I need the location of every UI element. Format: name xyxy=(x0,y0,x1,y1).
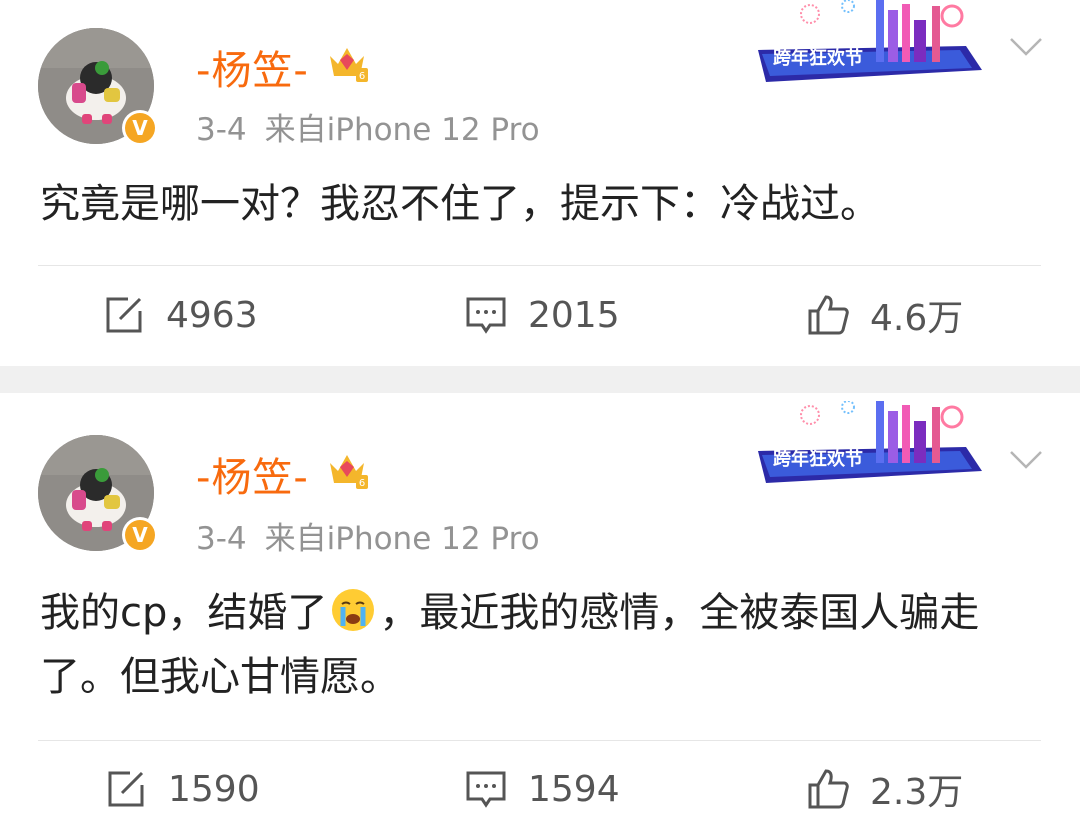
like-count: 4.6万 xyxy=(870,298,964,339)
post-text-part: 我的cp，结婚了 xyxy=(40,590,328,636)
verified-badge: V xyxy=(122,517,158,553)
comment-icon xyxy=(466,771,506,808)
comment-button[interactable]: 1594 xyxy=(464,759,620,819)
like-button[interactable]: 4.6万 xyxy=(806,285,963,345)
username[interactable]: -杨笠- xyxy=(196,445,309,503)
post-meta: 3-4 来自iPhone 12 Pro xyxy=(196,104,540,149)
new-year-banner[interactable]: 2022 跨年狂欢节 xyxy=(756,0,984,86)
verified-badge: V xyxy=(122,110,158,146)
divider xyxy=(38,740,1041,741)
post-card[interactable]: V -杨笠- 6 3-4 来自iPhone 12 Pro 2022 跨年狂欢节 xyxy=(0,0,1080,366)
repost-button[interactable]: 1590 xyxy=(104,759,260,819)
like-count: 2.3万 xyxy=(870,772,964,813)
thumbs-up-icon xyxy=(808,295,849,335)
post-date: 3-4 xyxy=(196,112,247,148)
post-meta: 3-4 来自iPhone 12 Pro xyxy=(196,513,540,558)
repost-icon xyxy=(108,771,144,807)
weibo-feed: V -杨笠- 6 3-4 来自iPhone 12 Pro 2022 跨年狂欢节 xyxy=(0,0,1080,839)
chevron-down-icon[interactable] xyxy=(1008,449,1044,471)
post-source: 来自iPhone 12 Pro xyxy=(264,521,540,557)
chevron-down-icon[interactable] xyxy=(1008,36,1044,58)
comment-icon xyxy=(466,297,506,334)
action-bar: 4963 2015 4.6万 xyxy=(0,285,1080,345)
repost-count: 4963 xyxy=(166,294,258,336)
svg-text:2022: 2022 xyxy=(794,25,839,44)
repost-icon xyxy=(106,297,142,333)
repost-count: 1590 xyxy=(168,768,260,810)
comment-count: 1594 xyxy=(528,768,620,810)
crown-icon: 6 xyxy=(330,48,368,82)
svg-text:跨年狂欢节: 跨年狂欢节 xyxy=(773,47,863,69)
svg-text:跨年狂欢节: 跨年狂欢节 xyxy=(773,448,863,470)
svg-text:6: 6 xyxy=(359,71,365,82)
svg-text:6: 6 xyxy=(359,478,365,489)
comment-count: 2015 xyxy=(528,294,620,336)
action-bar: 1590 1594 2.3万 xyxy=(0,759,1080,819)
feed-separator xyxy=(0,366,1080,393)
post-text: 究竟是哪一对？我忍不住了，提示下：冷战过。 xyxy=(40,181,880,227)
repost-button[interactable]: 4963 xyxy=(102,285,258,345)
svg-text:2022: 2022 xyxy=(794,426,839,445)
divider xyxy=(38,265,1041,266)
crying-face-emoji xyxy=(332,589,375,631)
username[interactable]: -杨笠- xyxy=(196,38,309,96)
like-button[interactable]: 2.3万 xyxy=(806,759,963,819)
new-year-banner[interactable]: 2022 跨年狂欢节 xyxy=(756,401,984,487)
post-card[interactable]: V -杨笠- 6 3-4 来自iPhone 12 Pro 2022 跨年狂欢节 xyxy=(0,393,1080,839)
comment-button[interactable]: 2015 xyxy=(464,285,620,345)
post-text: 我的cp，结婚了 ，最近我的感情，全被泰国人骗走了。但我心甘情愿。 xyxy=(40,581,1040,709)
post-date: 3-4 xyxy=(196,521,247,557)
crown-icon: 6 xyxy=(330,455,368,489)
post-source: 来自iPhone 12 Pro xyxy=(264,112,540,148)
thumbs-up-icon xyxy=(808,769,849,809)
